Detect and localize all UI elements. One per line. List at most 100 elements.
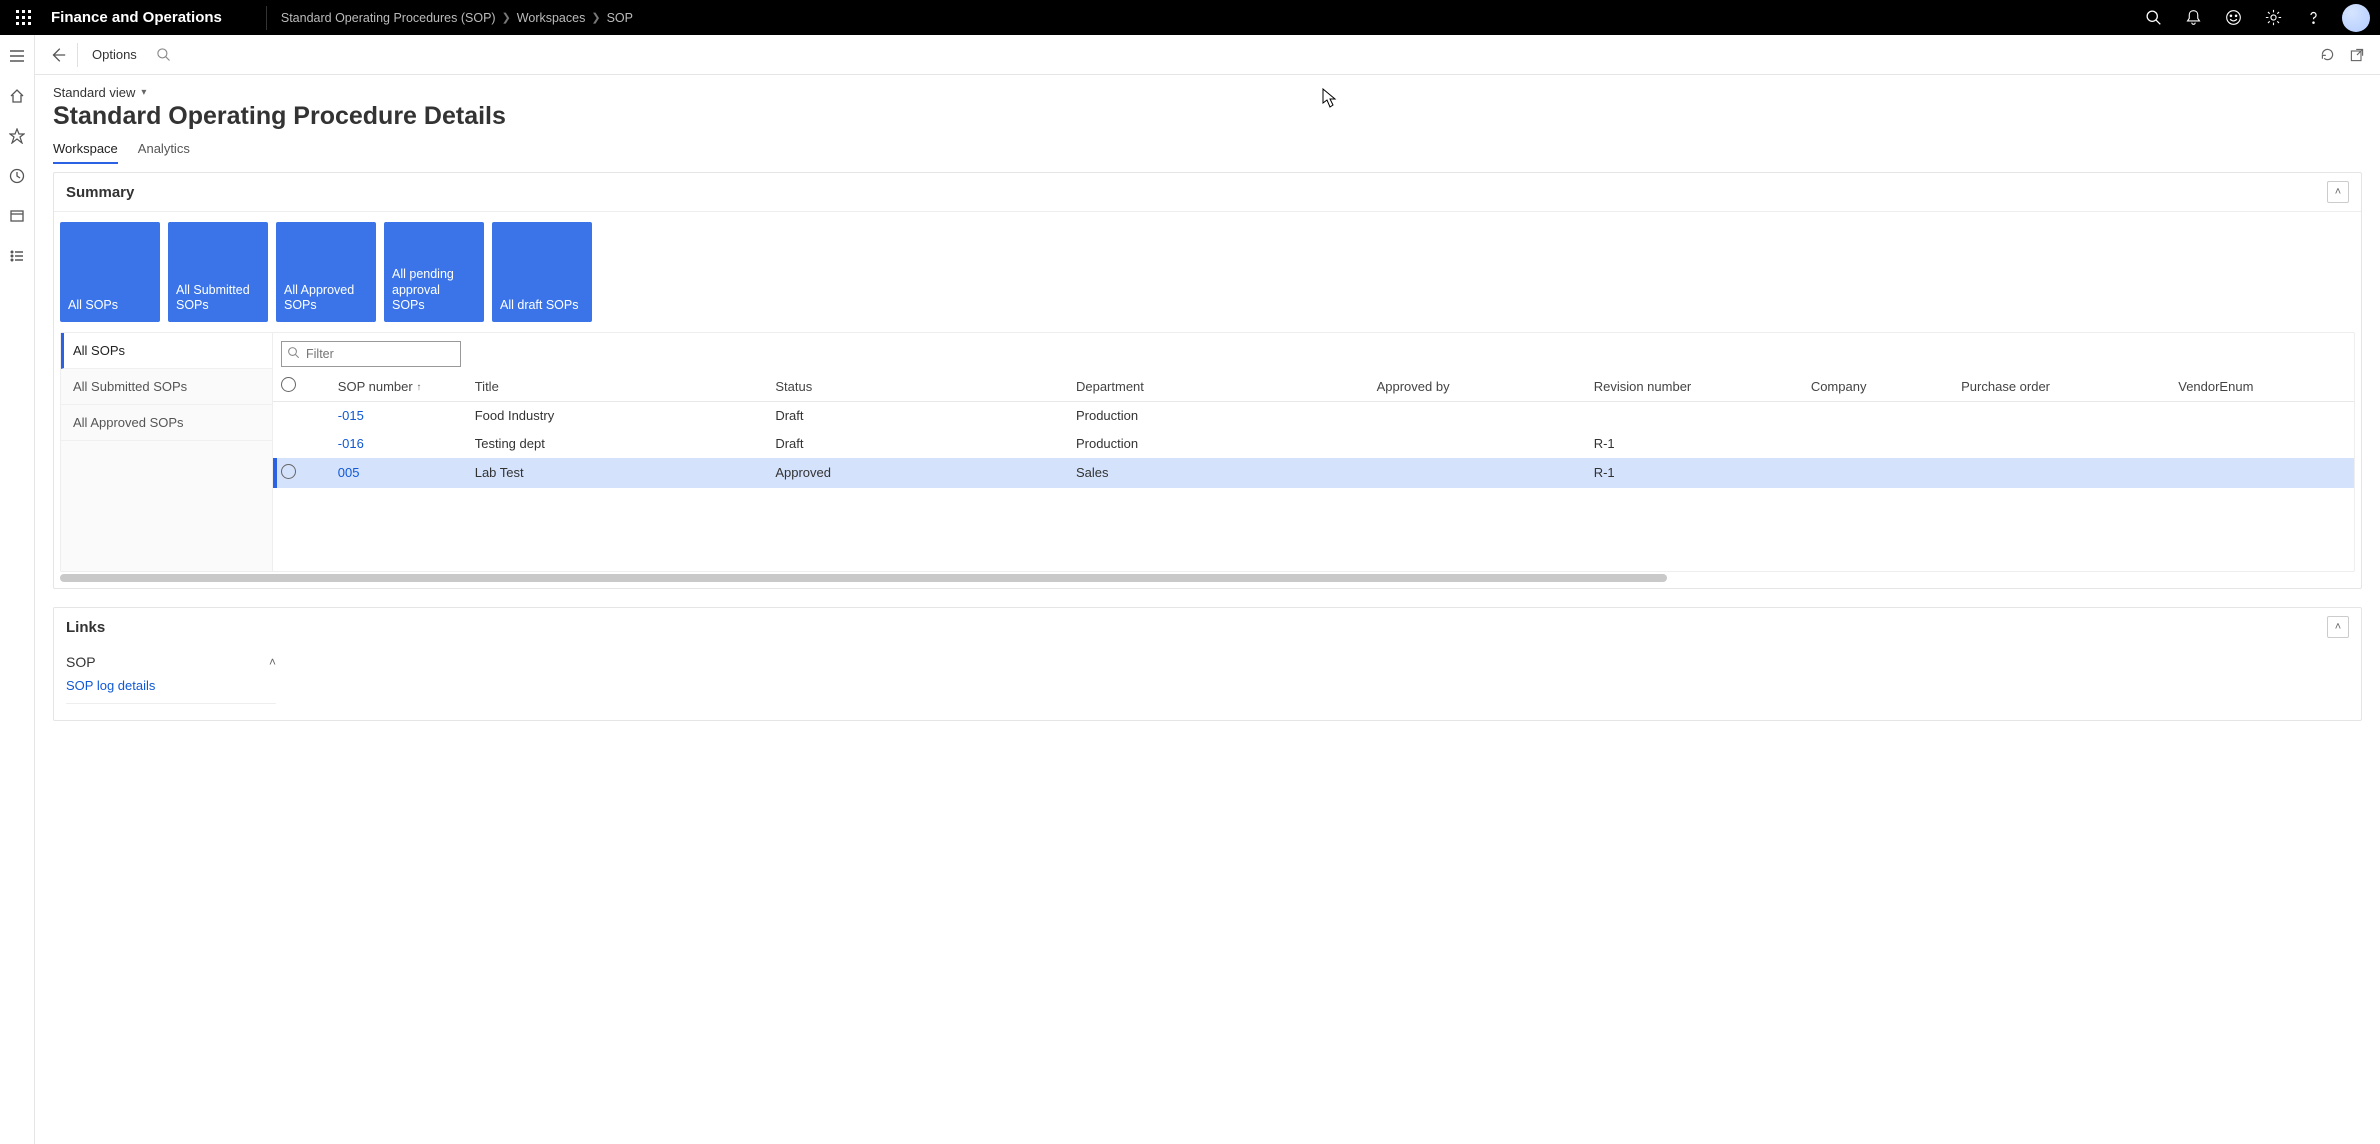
- cell-company: [1803, 458, 1953, 488]
- collapse-button[interactable]: ˄: [2327, 181, 2349, 203]
- clock-icon[interactable]: [2, 165, 32, 187]
- tile-row: All SOPs All Submitted SOPs All Approved…: [54, 222, 2361, 332]
- tile-approved-sops[interactable]: All Approved SOPs: [276, 222, 376, 322]
- col-sop-number[interactable]: SOP number ↑: [330, 371, 467, 402]
- list-item-submitted[interactable]: All Submitted SOPs: [61, 369, 272, 405]
- breadcrumb: Standard Operating Procedures (SOP) ❯ Wo…: [281, 11, 633, 25]
- table-row[interactable]: -016Testing deptDraftProductionR-1: [273, 430, 2354, 458]
- page-title: Standard Operating Procedure Details: [53, 102, 2362, 131]
- cell-vendor: [2170, 458, 2354, 488]
- col-status[interactable]: Status: [767, 371, 1068, 402]
- cell-vendor: [2170, 430, 2354, 458]
- tile-pending-sops[interactable]: All pending approval SOPs: [384, 222, 484, 322]
- cell-title: Lab Test: [467, 458, 768, 488]
- list-icon[interactable]: [2, 245, 32, 267]
- sop-grid: SOP number ↑ Title Status Department App…: [273, 371, 2354, 488]
- breadcrumb-item[interactable]: Standard Operating Procedures (SOP): [281, 11, 496, 25]
- list-item-approved[interactable]: All Approved SOPs: [61, 405, 272, 441]
- cell-approved-by: [1369, 430, 1586, 458]
- cell-status: Draft: [767, 430, 1068, 458]
- sort-asc-icon: ↑: [416, 382, 421, 393]
- cell-title: Food Industry: [467, 402, 768, 430]
- col-approved-by[interactable]: Approved by: [1369, 371, 1586, 402]
- star-icon[interactable]: [2, 125, 32, 147]
- tab-analytics[interactable]: Analytics: [138, 137, 190, 164]
- links-group-label: SOP: [66, 654, 96, 670]
- cell-status: Approved: [767, 458, 1068, 488]
- bell-icon[interactable]: [2176, 1, 2210, 35]
- search-icon[interactable]: [2136, 1, 2170, 35]
- table-row[interactable]: 005Lab TestApprovedSales R-1: [273, 458, 2354, 488]
- chevron-up-icon: ˄: [2335, 621, 2341, 633]
- filter-input[interactable]: [281, 341, 461, 367]
- back-button[interactable]: [43, 40, 73, 70]
- divider: [77, 43, 78, 67]
- table-row[interactable]: -015Food IndustryDraftProduction: [273, 402, 2354, 430]
- chevron-down-icon: ▾: [141, 87, 146, 98]
- breadcrumb-item[interactable]: Workspaces: [517, 11, 586, 25]
- search-icon[interactable]: [151, 42, 177, 68]
- horizontal-scrollbar[interactable]: [60, 574, 2355, 582]
- cell-vendor: [2170, 402, 2354, 430]
- tile-draft-sops[interactable]: All draft SOPs: [492, 222, 592, 322]
- cell-company: [1803, 402, 1953, 430]
- gear-icon[interactable]: [2256, 1, 2290, 35]
- tile-label: All Submitted SOPs: [176, 283, 260, 314]
- tile-label: All SOPs: [68, 298, 118, 314]
- link-sop-log-details[interactable]: SOP log details: [66, 670, 276, 704]
- cell-sop-number[interactable]: -015: [330, 402, 467, 430]
- col-department[interactable]: Department: [1068, 371, 1369, 402]
- avatar[interactable]: [2342, 4, 2370, 32]
- tile-submitted-sops[interactable]: All Submitted SOPs: [168, 222, 268, 322]
- options-menu[interactable]: Options: [82, 47, 147, 62]
- section-summary: Summary ˄ All SOPs All Submitted SOPs Al…: [53, 172, 2362, 589]
- chevron-right-icon: ❯: [591, 11, 600, 24]
- brand-title: Finance and Operations: [51, 9, 222, 26]
- col-vendor[interactable]: VendorEnum: [2170, 371, 2354, 402]
- cell-sop-number[interactable]: 005: [330, 458, 467, 488]
- cell-revision: R-1: [1586, 430, 1803, 458]
- chevron-up-icon: ˄: [269, 655, 276, 669]
- cell-dept: Production: [1068, 430, 1369, 458]
- section-heading: Summary: [66, 184, 134, 201]
- home-icon[interactable]: [2, 85, 32, 107]
- col-po[interactable]: Purchase order: [1953, 371, 2170, 402]
- cell-approved-by: [1369, 402, 1586, 430]
- grid-panel: SOP number ↑ Title Status Department App…: [273, 333, 2354, 571]
- cell-revision: [1586, 402, 1803, 430]
- tab-workspace[interactable]: Workspace: [53, 137, 118, 164]
- cell-po: [1953, 458, 2170, 488]
- tile-all-sops[interactable]: All SOPs: [60, 222, 160, 322]
- view-selector[interactable]: Standard view ▾: [53, 85, 2362, 100]
- list-panel: All SOPs All Submitted SOPs All Approved…: [61, 333, 273, 571]
- cell-status: Draft: [767, 402, 1068, 430]
- section-heading: Links: [66, 619, 105, 636]
- breadcrumb-item[interactable]: SOP: [607, 11, 633, 25]
- cell-revision: R-1: [1586, 458, 1803, 488]
- module-icon[interactable]: [2, 205, 32, 227]
- collapse-button[interactable]: ˄: [2327, 616, 2349, 638]
- chevron-right-icon: ❯: [502, 11, 511, 24]
- list-grid-split: All SOPs All Submitted SOPs All Approved…: [60, 332, 2355, 572]
- list-item-all[interactable]: All SOPs: [61, 333, 272, 369]
- col-company[interactable]: Company: [1803, 371, 1953, 402]
- search-icon: [287, 346, 300, 362]
- refresh-icon[interactable]: [2312, 40, 2342, 70]
- chevron-up-icon: ˄: [2335, 186, 2341, 198]
- popout-icon[interactable]: [2342, 40, 2372, 70]
- cell-dept: Sales: [1068, 458, 1369, 488]
- col-revision[interactable]: Revision number: [1586, 371, 1803, 402]
- tile-label: All Approved SOPs: [284, 283, 368, 314]
- grid-header-row: SOP number ↑ Title Status Department App…: [273, 371, 2354, 402]
- section-links: Links ˄ SOP ˄ SOP log details: [53, 607, 2362, 721]
- col-title[interactable]: Title: [467, 371, 768, 402]
- app-launcher-icon[interactable]: [6, 0, 41, 35]
- help-icon[interactable]: [2296, 1, 2330, 35]
- smile-icon[interactable]: [2216, 1, 2250, 35]
- cell-sop-number[interactable]: -016: [330, 430, 467, 458]
- select-all[interactable]: [273, 371, 330, 402]
- col-label: SOP number: [338, 379, 413, 394]
- links-group-header[interactable]: SOP ˄: [66, 654, 276, 670]
- view-label: Standard view: [53, 85, 135, 100]
- hamburger-icon[interactable]: [2, 45, 32, 67]
